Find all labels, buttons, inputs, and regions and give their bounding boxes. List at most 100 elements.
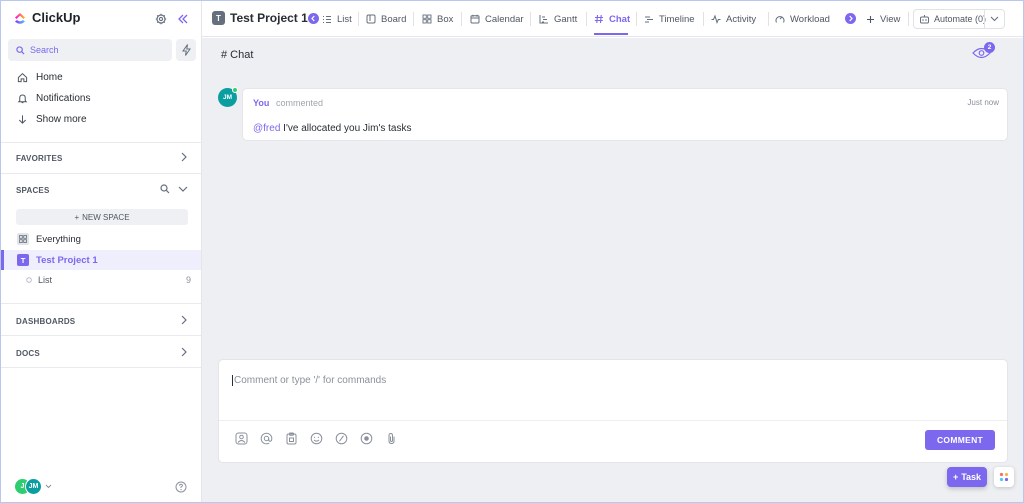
lightning-icon [181,44,191,56]
plus-icon: + [74,212,80,222]
divider [1,335,201,336]
slash-command-icon[interactable] [335,432,348,445]
tab-label: Activity [726,13,757,25]
new-task-button[interactable]: + Task [947,467,987,487]
space-everything[interactable]: Everything [1,229,201,249]
robot-icon [919,14,930,24]
divider [1,303,201,304]
new-space-button[interactable]: + NEW SPACE [16,209,188,225]
comment-author[interactable]: You [253,98,269,108]
comment-input[interactable] [232,375,832,386]
chevron-down-icon [990,16,999,22]
project-title[interactable]: T Test Project 1 [212,11,308,25]
settings-icon[interactable] [155,13,167,25]
search-placeholder: Search [30,45,59,55]
search-input[interactable]: Search [8,39,172,61]
view-tabs-bar: T Test Project 1 List Board Box Calendar… [202,1,1023,37]
active-tab-indicator [594,33,628,35]
plus-icon [866,15,875,24]
attachment-icon[interactable] [385,432,398,445]
spaces-header[interactable]: SPACES [16,186,50,195]
new-space-label: NEW SPACE [82,212,130,222]
tab-chat[interactable]: Chat [594,11,630,27]
clipboard-icon[interactable] [285,432,298,445]
tab-gantt[interactable]: Gantt [539,11,577,27]
sidebar: ClickUp Search Home Notifications Show m… [1,1,202,502]
automate-dropdown[interactable] [984,10,1004,28]
docs-header[interactable]: DOCS [16,349,40,358]
tab-label: Workload [790,13,830,25]
divider [1,142,201,143]
chevron-right-icon[interactable] [180,347,188,357]
space-label: Everything [36,233,81,245]
avatar[interactable]: JM [218,87,238,107]
chat-view: # Chat 2 JM You commented Just now @fred… [202,38,1023,502]
list-item[interactable]: List 9 [26,275,191,285]
divider [461,12,462,26]
comment-text: I've allocated you Jim's tasks [280,123,412,134]
divider [703,12,704,26]
tab-calendar[interactable]: Calendar [470,11,524,27]
chevron-right-icon[interactable] [180,315,188,325]
logo[interactable]: ClickUp [13,10,80,25]
tab-label: Timeline [659,13,695,25]
list-label: List [38,275,53,285]
user-menu[interactable]: J JM [14,478,52,495]
chevron-right-icon[interactable] [180,152,188,162]
arrow-down-icon [17,114,28,125]
divider [358,12,359,26]
app-window: ClickUp Search Home Notifications Show m… [0,0,1024,503]
divider [586,12,587,26]
expand-tabs-button[interactable] [845,13,856,24]
tab-workload[interactable]: Workload [775,11,830,27]
comment-body: @fred I've allocated you Jim's tasks [253,123,411,134]
chevron-down-icon[interactable] [178,185,188,193]
tab-board[interactable]: Board [366,11,406,27]
list-count: 9 [185,275,191,285]
quick-action-button[interactable] [176,39,196,61]
emoji-icon[interactable] [310,432,323,445]
board-icon [366,14,376,24]
calendar-icon [470,14,480,24]
tab-activity[interactable]: Activity [711,11,756,27]
mention-icon[interactable] [260,432,273,445]
automate-button[interactable]: Automate (0) [913,9,1005,29]
project-avatar: T [212,11,225,25]
space-test-project-1[interactable]: T Test Project 1 [1,250,201,270]
tab-box[interactable]: Box [422,11,453,27]
help-icon[interactable] [175,481,187,493]
chevron-down-icon [45,484,52,489]
record-icon[interactable] [360,432,373,445]
sidebar-item-home[interactable]: Home [17,72,63,83]
comment-timestamp: Just now [967,98,999,107]
comment-action: commented [276,98,324,108]
tab-timeline[interactable]: Timeline [644,11,695,27]
sidebar-item-label: Notifications [36,93,91,104]
collapse-sidebar-icon[interactable] [177,13,189,25]
divider [530,12,531,26]
search-icon[interactable] [160,184,170,194]
tab-label: Board [381,13,407,25]
watchers-button[interactable]: 2 [972,42,995,63]
add-view-button[interactable]: View [866,11,900,27]
sidebar-item-show-more[interactable]: Show more [17,114,87,125]
collapse-tabs-button[interactable] [308,13,319,24]
sidebar-item-notifications[interactable]: Notifications [17,93,90,104]
workload-icon [775,14,785,24]
favorites-header[interactable]: FAVORITES [16,154,63,163]
tab-label: Calendar [485,13,524,25]
comment-submit-button[interactable]: COMMENT [925,430,995,450]
divider [908,12,909,26]
apps-grid-icon [999,472,1009,482]
avatar-initials: JM [222,94,233,101]
user-mention[interactable]: @fred [253,123,280,134]
space-label: Test Project 1 [36,254,98,266]
sidebar-item-label: Show more [36,114,87,125]
tab-label: Gantt [554,13,578,25]
tab-list[interactable]: List [322,11,352,27]
apps-button[interactable] [994,467,1014,487]
dashboards-header[interactable]: DASHBOARDS [16,317,75,326]
search-icon [16,45,25,55]
divider [1,367,201,368]
assign-user-icon[interactable] [235,432,248,445]
